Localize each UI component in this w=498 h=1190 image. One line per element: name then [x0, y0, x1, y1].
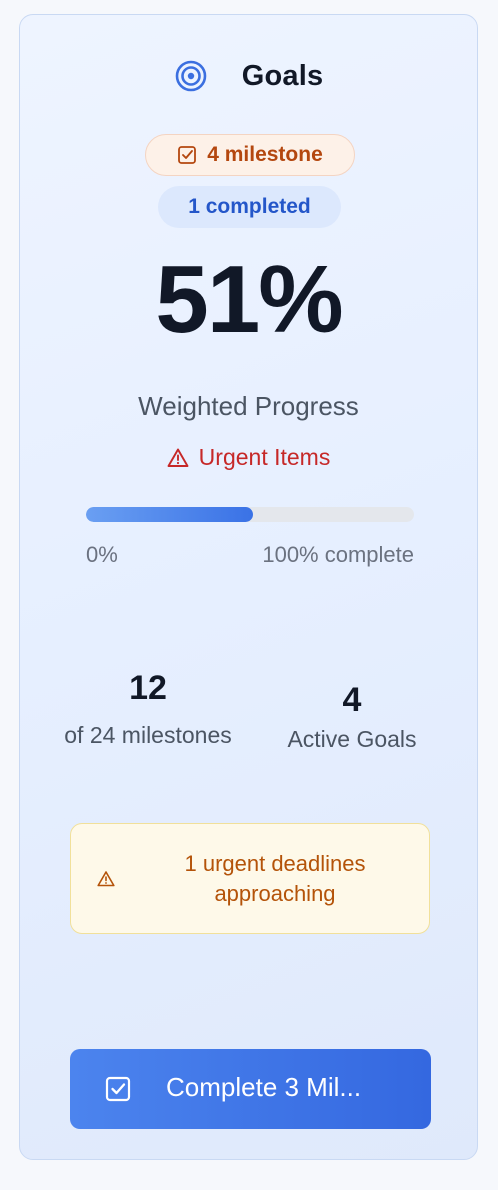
warning-icon — [167, 448, 189, 467]
progress-bar-fill — [86, 507, 254, 522]
card-title: Goals — [241, 59, 324, 92]
urgent-items-indicator: Urgent Items — [20, 444, 477, 471]
active-goals-stat: 4 Active Goals — [268, 681, 436, 753]
deadline-alert-text: 1 urgent deadlines approaching — [184, 851, 366, 907]
complete-milestones-button-label: Complete 3 Mil... — [166, 1072, 362, 1102]
complete-milestones-button[interactable]: Complete 3 Mil... — [70, 1049, 431, 1129]
progress-scale-max: 100% complete — [262, 542, 414, 567]
warning-icon — [97, 871, 115, 887]
progress-percent: 51% — [155, 246, 343, 353]
completed-badge-label: 1 completed — [188, 195, 311, 218]
milestones-stat: 12 of 24 milestones — [64, 665, 232, 751]
progress-bar — [86, 507, 414, 522]
progress-scale: 0% 100% complete — [86, 542, 414, 568]
active-goals-stat-label: Active Goals — [287, 726, 417, 752]
urgent-items-label: Urgent Items — [198, 444, 331, 470]
target-icon — [175, 60, 207, 92]
active-goals-stat-value: 4 — [342, 681, 362, 719]
deadline-alert: 1 urgent deadlines approaching — [70, 823, 430, 934]
checkbox-icon — [178, 146, 197, 164]
milestone-badge-label: 4 milestone — [207, 143, 323, 166]
milestone-badge: 4 milestone — [145, 134, 355, 176]
progress-subtitle: Weighted Progress — [138, 391, 359, 421]
goals-card: Goals 4 milestone 1 completed 51% Weight… — [19, 14, 478, 1160]
progress-scale-min: 0% — [86, 542, 118, 567]
milestones-stat-value: 12 — [129, 669, 167, 707]
completed-badge: 1 completed — [158, 186, 341, 228]
checkbox-icon — [105, 1076, 131, 1102]
card-header: Goals — [20, 59, 477, 93]
milestones-stat-label: of 24 milestones — [64, 721, 232, 748]
